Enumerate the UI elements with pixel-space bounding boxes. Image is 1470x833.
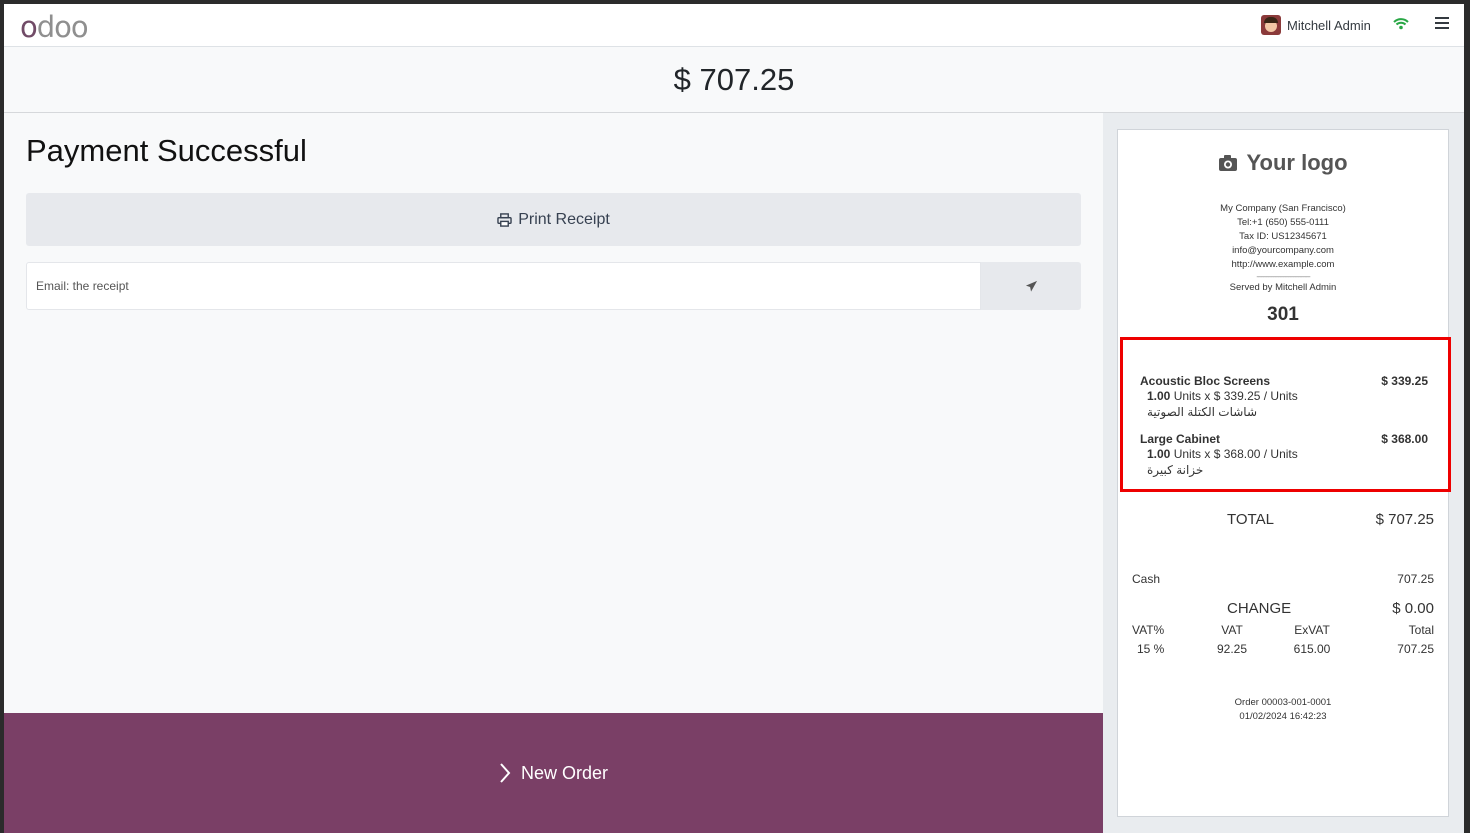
order-total-display: $ 707.25 [4,47,1464,113]
receipt-total-value: $ 707.25 [1375,511,1434,528]
print-receipt-label: Print Receipt [518,210,610,228]
served-by: Served by Mitchell Admin [1229,282,1337,293]
camera-icon [1219,155,1238,171]
order-reference: Order 00003-001-0001 [1234,697,1332,708]
tax-header-cell: VAT [1221,622,1243,637]
wifi-icon[interactable] [1393,16,1409,32]
company-tel: Tel:+1 (650) 555-0111 [1237,217,1329,228]
tax-data-row: 15 % 92.25 615.00 707.25 [1132,639,1434,658]
order-line-price: $ 339.25 [1381,374,1428,388]
payment-status-title: Payment Successful [26,133,307,168]
hamburger-menu-icon[interactable] [1435,17,1449,31]
receipt-company-info: My Company (San Francisco) Tel:+1 (650) … [1118,202,1448,295]
tax-header-cell: Total [1408,622,1434,637]
order-date: 01/02/2024 16:42:23 [1239,711,1327,722]
change-value: $ 0.00 [1392,600,1434,617]
order-line: Acoustic Bloc Screens $ 339.25 1.00 Unit… [1140,374,1440,419]
order-line-qty: 1.00 [1147,447,1171,461]
order-line-detail: 1.00 Units x $ 339.25 / Units [1147,389,1440,403]
receipt-logo-text: Your logo [1246,150,1348,175]
new-order-label: New Order [520,762,609,783]
tax-summary-table: VAT% VAT ExVAT Total 15 % 92.25 615.00 7… [1132,620,1434,658]
payment-result-pane: Payment Successful Print Receipt Email: … [4,113,1103,833]
printer-icon [497,212,512,227]
tax-cell: 615.00 [1293,641,1331,656]
odoo-logo[interactable]: odoo [20,10,89,44]
top-navbar: odoo Mitchell Admin [4,4,1464,47]
tax-header-row: VAT% VAT ExVAT Total [1132,620,1434,639]
cash-label: Cash [1132,572,1161,586]
tax-cell: 92.25 [1216,641,1248,656]
receipt-order-lines: Acoustic Bloc Screens $ 339.25 1.00 Unit… [1140,374,1440,490]
receipt-cash-row: Cash 707.25 [1132,572,1434,586]
change-label: CHANGE [1227,600,1292,617]
order-line-translation: خزانة كبيرة [1147,463,1204,477]
tax-cell: 15 % [1137,641,1165,656]
cash-value: 707.25 [1397,572,1434,586]
order-line-translation: شاشات الكتلة الصوتية [1147,405,1258,419]
user-avatar [1261,15,1281,35]
print-receipt-button[interactable]: Print Receipt [26,193,1081,246]
chevron-right-icon [500,763,511,783]
receipt-pane: Your logo My Company (San Francisco) Tel… [1103,113,1464,833]
order-line-unit-price: Units x $ 339.25 / Units [1173,389,1298,403]
tracking-number: 301 [1267,304,1299,325]
company-email: info@yourcompany.com [1232,245,1334,256]
email-receipt-input[interactable] [26,262,981,310]
order-line-qty: 1.00 [1147,389,1171,403]
receipt-total-row: TOTAL $ 707.25 [1118,511,1448,533]
paper-plane-icon [1025,280,1037,292]
order-line: Large Cabinet $ 368.00 1.00 Units x $ 36… [1140,432,1440,477]
receipt-separator: -------------------------------- [1256,272,1310,281]
receipt-logo: Your logo [1118,150,1448,176]
receipt-total-label: TOTAL [1227,511,1274,528]
user-menu[interactable]: Mitchell Admin [1261,14,1371,36]
user-name: Mitchell Admin [1287,17,1371,33]
send-email-button[interactable] [981,262,1081,310]
tax-cell: 707.25 [1397,641,1434,656]
company-tax-id: Tax ID: US12345671 [1239,231,1327,242]
order-line-price: $ 368.00 [1381,432,1428,446]
receipt-footer: Order 00003-001-0001 01/02/2024 16:42:23 [1118,696,1448,724]
pos-window: odoo Mitchell Admin $ 707.25 Payment Suc… [4,4,1464,833]
tax-header-cell: VAT% [1132,622,1165,637]
order-line-detail: 1.00 Units x $ 368.00 / Units [1147,447,1440,461]
email-receipt-row [26,262,1081,310]
order-line-unit-price: Units x $ 368.00 / Units [1173,447,1298,461]
tax-header-cell: ExVAT [1294,622,1330,637]
company-name: My Company (San Francisco) [1220,203,1346,214]
new-order-button[interactable]: New Order [4,713,1103,833]
company-website: http://www.example.com [1231,259,1335,270]
receipt: Your logo My Company (San Francisco) Tel… [1117,129,1449,817]
app-root: odoo Mitchell Admin $ 707.25 Payment Suc… [0,0,1470,833]
